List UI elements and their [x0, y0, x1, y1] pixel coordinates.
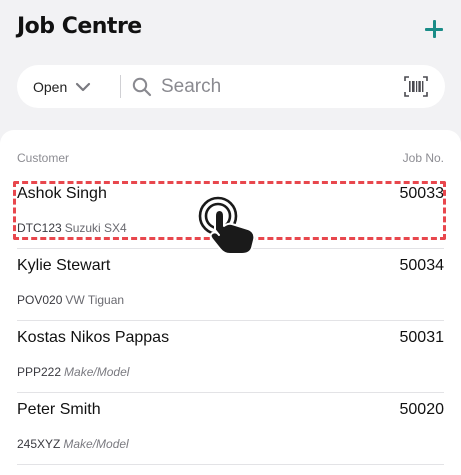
chevron-down-icon [76, 82, 91, 91]
customer-column-header: Customer [17, 151, 70, 165]
customer-name: Kylie Stewart [17, 257, 111, 274]
job-number-column-header: Job No. [402, 151, 444, 165]
job-row[interactable]: Kostas Nikos Pappas 50031 PPP222 Make/Mod… [0, 321, 461, 393]
vehicle-model: Make/Model [63, 437, 129, 451]
customer-name: Peter Smith [17, 401, 101, 418]
vehicle-rego: PPP222 [17, 365, 62, 379]
job-number: 50020 [399, 401, 445, 418]
job-number: 50033 [399, 185, 445, 202]
vehicle-info: POV020 VW Tiguan [17, 293, 124, 307]
job-row[interactable]: Ashok Singh 50033 DTC123 Suzuki SX4 [0, 177, 461, 249]
app-header: Job Centre [0, 0, 461, 60]
status-filter-value: Open [33, 78, 68, 95]
job-number: 50034 [399, 257, 445, 274]
search-bar: Open [17, 65, 445, 108]
barcode-scan-icon[interactable] [404, 76, 428, 97]
status-filter-dropdown[interactable]: Open [33, 65, 91, 108]
search-divider [120, 75, 121, 98]
job-list: Customer Job No. Ashok Singh 50033 DTC12… [0, 130, 461, 475]
vehicle-rego: DTC123 [17, 221, 62, 235]
add-job-button[interactable] [423, 18, 445, 40]
vehicle-model: VW Tiguan [65, 293, 125, 307]
vehicle-info: DTC123 Suzuki SX4 [17, 221, 127, 235]
customer-name: Kostas Nikos Pappas [17, 329, 170, 346]
vehicle-rego: 245XYZ [17, 437, 61, 451]
customer-name: Ashok Singh [17, 185, 107, 202]
search-input[interactable] [161, 71, 391, 102]
vehicle-rego: POV020 [17, 293, 63, 307]
job-row[interactable]: Peter Smith 50020 245XYZ Make/Model [0, 393, 461, 465]
page-title: Job Centre [17, 14, 142, 39]
search-icon [132, 77, 152, 97]
vehicle-info: PPP222 Make/Model [17, 365, 129, 379]
vehicle-info: 245XYZ Make/Model [17, 437, 129, 451]
job-row[interactable]: Kylie Stewart 50034 POV020 VW Tiguan [0, 249, 461, 321]
vehicle-model: Suzuki SX4 [64, 221, 127, 235]
job-number: 50031 [399, 329, 445, 346]
list-column-headers: Customer Job No. [17, 151, 444, 167]
vehicle-model: Make/Model [64, 365, 130, 379]
